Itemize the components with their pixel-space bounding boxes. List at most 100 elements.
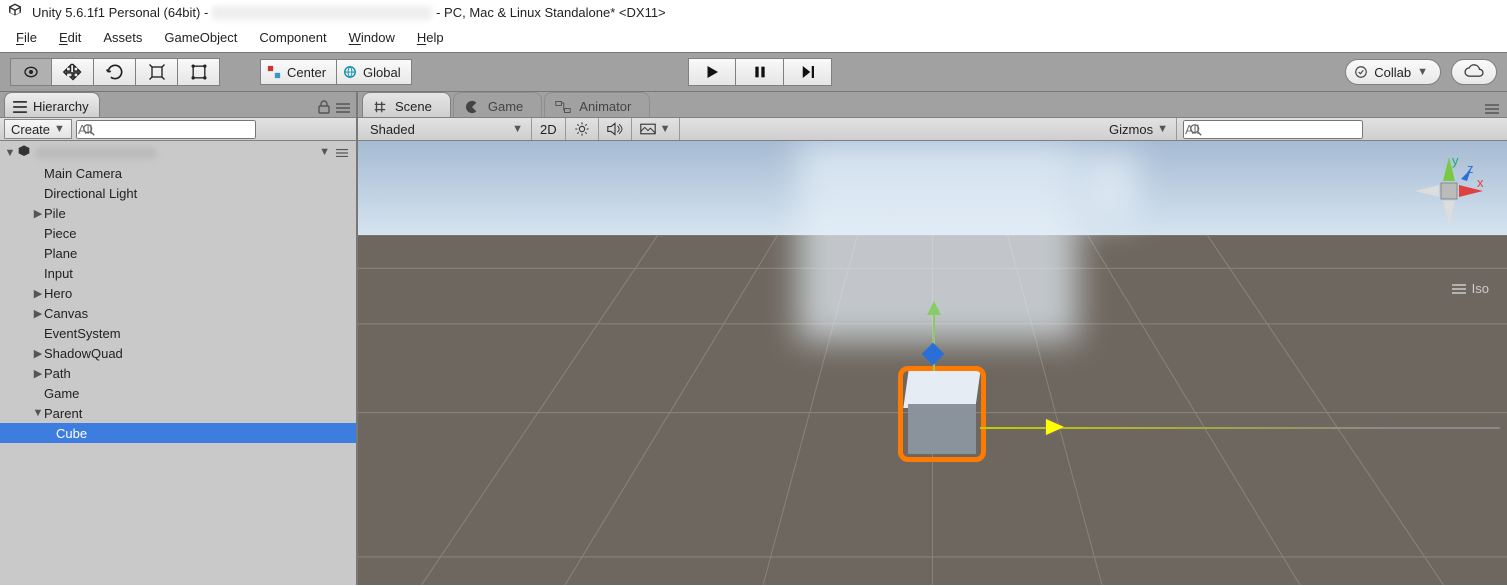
hierarchy-tab-row: Hierarchy [0,92,356,117]
panel-menu-icon[interactable] [336,101,350,116]
scene-toolbar: Shaded ▼ 2D ▼ Gizmos ▼ [358,117,1507,141]
chevron-down-icon: ▼ [512,123,523,135]
menu-file[interactable]: File [6,27,47,48]
menu-edit[interactable]: Edit [49,27,91,48]
expand-toggle[interactable]: ▶ [32,347,44,360]
menu-help[interactable]: Help [407,27,454,48]
mode-2d-toggle[interactable]: 2D [532,118,566,140]
image-icon [640,123,656,135]
menu-window[interactable]: Window [339,27,405,48]
lock-icon[interactable] [318,100,330,117]
tab-game[interactable]: Game [453,92,542,117]
main-toolbar: Center Global Collab ▼ [0,52,1507,92]
pacman-icon [464,100,480,114]
tab-scene[interactable]: Scene [362,92,451,117]
selected-cube[interactable] [898,366,986,462]
panel-menu-icon[interactable] [1485,102,1499,117]
menu-component[interactable]: Component [249,27,336,48]
create-dropdown[interactable]: Create ▼ [4,119,72,139]
move-tool-button[interactable] [52,58,94,86]
play-button[interactable] [688,58,736,86]
hierarchy-item[interactable]: ▶Pile [0,203,356,223]
scene-root-row[interactable]: ▼ ▼ [0,143,356,163]
hierarchy-item[interactable]: EventSystem [0,323,356,343]
scene-panel: Scene Game Animator Shaded ▼ 2D [357,92,1507,585]
pivot-mode-button[interactable]: Center [260,59,337,85]
step-button[interactable] [784,58,832,86]
sun-icon [574,121,590,137]
check-circle-icon [1354,65,1368,79]
expand-toggle[interactable]: ▶ [32,207,44,220]
hierarchy-toolbar: Create ▼ [0,117,356,141]
animator-icon [555,100,571,114]
chevron-down-icon: ▼ [54,123,65,135]
hierarchy-panel: Hierarchy Create ▼ [0,92,357,585]
axis-z-label: z [1467,161,1474,176]
list-icon [13,101,27,113]
projection-label[interactable]: Iso [1452,281,1489,296]
orientation-gizmo[interactable]: y z x [1409,151,1489,231]
hand-tool-button[interactable] [10,58,52,86]
lighting-toggle[interactable] [566,118,599,140]
expand-toggle[interactable]: ▼ [4,147,16,159]
collab-dropdown[interactable]: Collab ▼ [1345,59,1441,85]
lines-icon [1452,284,1466,294]
audio-toggle[interactable] [599,118,632,140]
expand-toggle[interactable]: ▼ [32,407,44,419]
hierarchy-item-label: Parent [44,406,82,421]
pause-button[interactable] [736,58,784,86]
scale-tool-button[interactable] [136,58,178,86]
expand-toggle[interactable]: ▶ [32,287,44,300]
hierarchy-tab[interactable]: Hierarchy [4,92,100,117]
tab-animator[interactable]: Animator [544,92,650,117]
unity-logo-icon [6,2,24,23]
chevron-down-icon: ▼ [1417,66,1428,78]
hierarchy-search-input[interactable] [76,120,256,139]
rotate-tool-button[interactable] [94,58,136,86]
hierarchy-item[interactable]: Game [0,383,356,403]
shading-mode-dropdown[interactable]: Shaded ▼ [362,118,532,140]
panel-menu-icon[interactable] [336,146,348,161]
hierarchy-item[interactable]: Cube [0,423,356,443]
scene-search-input[interactable] [1183,120,1363,139]
menu-gameobject[interactable]: GameObject [154,27,247,48]
hierarchy-item[interactable]: Piece [0,223,356,243]
hierarchy-item-label: Canvas [44,306,88,321]
hierarchy-item[interactable]: Main Camera [0,163,356,183]
hierarchy-item[interactable]: ▶Hero [0,283,356,303]
chevron-down-icon: ▼ [660,123,671,135]
hierarchy-item[interactable]: ▶ShadowQuad [0,343,356,363]
expand-toggle[interactable]: ▶ [32,307,44,320]
gizmos-dropdown[interactable]: Gizmos ▼ [1101,118,1177,140]
hierarchy-item[interactable]: ▶Path [0,363,356,383]
unity-logo-icon [16,144,32,163]
chevron-down-icon[interactable]: ▼ [319,146,330,161]
hierarchy-item[interactable]: Input [0,263,356,283]
scene-viewport[interactable]: y z x Iso [358,141,1507,585]
hierarchy-item[interactable]: ▼Parent [0,403,356,423]
redacted-segment [36,147,156,159]
hierarchy-item[interactable]: Directional Light [0,183,356,203]
window-titlebar: Unity 5.6.1f1 Personal (64bit) - - PC, M… [0,0,1507,28]
window-title: Unity 5.6.1f1 Personal (64bit) - - PC, M… [32,4,666,21]
scene-tabs-row: Scene Game Animator [358,92,1507,117]
redacted-segment [212,6,432,20]
workspace: Hierarchy Create ▼ [0,92,1507,585]
hierarchy-item[interactable]: Plane [0,243,356,263]
hierarchy-item[interactable]: ▶Canvas [0,303,356,323]
coordinate-space-button[interactable]: Global [337,59,412,85]
rect-tool-button[interactable] [178,58,220,86]
expand-toggle[interactable]: ▶ [32,367,44,380]
hierarchy-item-label: Path [44,366,71,381]
effects-dropdown[interactable]: ▼ [632,118,680,140]
hierarchy-tree[interactable]: ▼ ▼ Main CameraDirectional Light▶PilePie… [0,141,356,585]
play-controls-group [688,58,832,86]
scene-search[interactable] [1183,120,1503,139]
menu-assets[interactable]: Assets [93,27,152,48]
blurred-region [1078,151,1138,221]
speaker-icon [607,122,623,136]
hierarchy-search[interactable] [76,120,352,139]
selection-outline [898,366,986,462]
chevron-down-icon: ▼ [1157,123,1168,135]
cloud-button[interactable] [1451,59,1497,85]
